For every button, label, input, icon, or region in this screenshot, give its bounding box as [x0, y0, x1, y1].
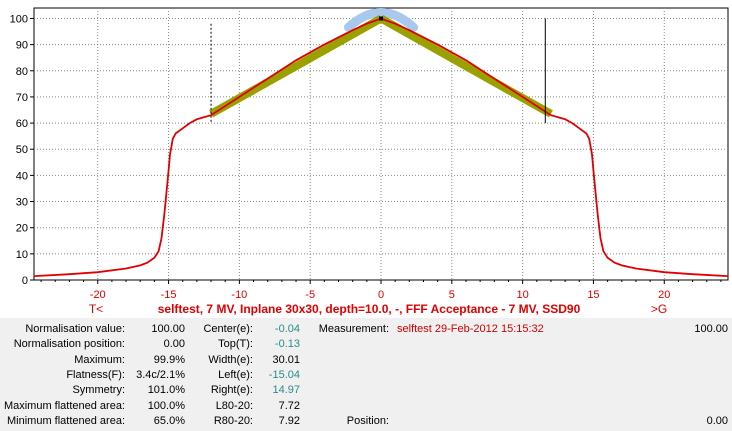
y-tick-label: 50 — [16, 144, 28, 156]
stat-label: Left(e): — [218, 368, 253, 381]
stat-label: Center(e): — [203, 323, 253, 335]
stat-value: 7.92 — [278, 414, 300, 427]
profile-chart: 0 10 20 30 40 50 60 70 80 90 100 -20 -15 -10 -5 0 5 10 15… — [0, 0, 732, 318]
chart-title: selftest, 7 MV, Inplane 30x30, depth=10.… — [158, 302, 581, 316]
y-tick-label: 70 — [16, 92, 28, 104]
y-tick-label: 90 — [16, 40, 28, 52]
position-label: Position: — [346, 415, 389, 427]
stat-value: 101.0% — [147, 384, 185, 397]
stat-value: 14.97 — [272, 384, 300, 397]
left-direction-marker: T< — [89, 302, 103, 316]
info-panel: Normalisation value: 100.00 Normalisation … — [0, 318, 732, 431]
x-tick-label: -5 — [305, 289, 315, 301]
y-tick-label: 10 — [16, 249, 28, 261]
x-tick-label: -20 — [90, 289, 106, 301]
stat-value: 100.0% — [147, 399, 185, 412]
x-tick-label: 5 — [449, 289, 455, 301]
stat-label: Normalisation position: — [13, 338, 125, 351]
y-tick-label: 30 — [16, 197, 28, 209]
stat-value: 65.0% — [153, 414, 185, 427]
measurement-label: Measurement: — [318, 323, 389, 335]
stat-value: -15.04 — [268, 368, 300, 381]
y-tick-label: 60 — [16, 118, 28, 130]
stat-label: Width(e): — [208, 353, 253, 366]
stat-value: 99.9% — [153, 353, 185, 366]
x-tick-label: -15 — [161, 289, 177, 301]
stat-label: Flatness(F): — [66, 368, 125, 381]
y-tick-label: 100 — [10, 13, 28, 25]
stat-value: 7.72 — [278, 399, 300, 412]
stat-value: 30.01 — [272, 353, 300, 366]
x-tick-label: 0 — [378, 289, 384, 301]
stat-label: R80-20: — [213, 414, 253, 427]
stat-label: Right(e): — [210, 384, 253, 397]
stat-label: Normalisation value: — [25, 323, 125, 335]
x-tick-label: 15 — [587, 289, 599, 301]
stat-label: Minimum flattened area: — [7, 414, 125, 427]
stat-value: -0.13 — [274, 338, 300, 351]
y-tick-label: 40 — [16, 170, 28, 182]
measurement-number: 100.00 — [694, 323, 728, 335]
stat-label: Maximum flattened area: — [3, 399, 125, 412]
right-direction-marker: >G — [651, 302, 667, 316]
measurement-value: selftest 29-Feb-2012 15:15:32 — [397, 323, 544, 335]
position-value: 0.00 — [706, 415, 728, 427]
x-tick-label: 20 — [658, 289, 670, 301]
stat-label: L80-20: — [215, 399, 253, 412]
top-point-marker — [379, 16, 383, 21]
stat-value: 3.4c/2.1% — [136, 368, 185, 381]
y-tick-label: 20 — [16, 223, 28, 235]
stat-label: Top(T): — [218, 338, 253, 351]
stat-value: 100.00 — [151, 323, 185, 335]
stat-value: 0.00 — [163, 338, 185, 351]
y-tick-label: 0 — [22, 275, 28, 287]
x-tick-label: 10 — [517, 289, 529, 301]
x-tick-label: -10 — [231, 289, 247, 301]
y-tick-label: 80 — [16, 66, 28, 78]
stat-label: Symmetry: — [72, 384, 125, 397]
stat-label: Maximum: — [74, 353, 125, 366]
stat-value: -0.04 — [274, 323, 300, 335]
